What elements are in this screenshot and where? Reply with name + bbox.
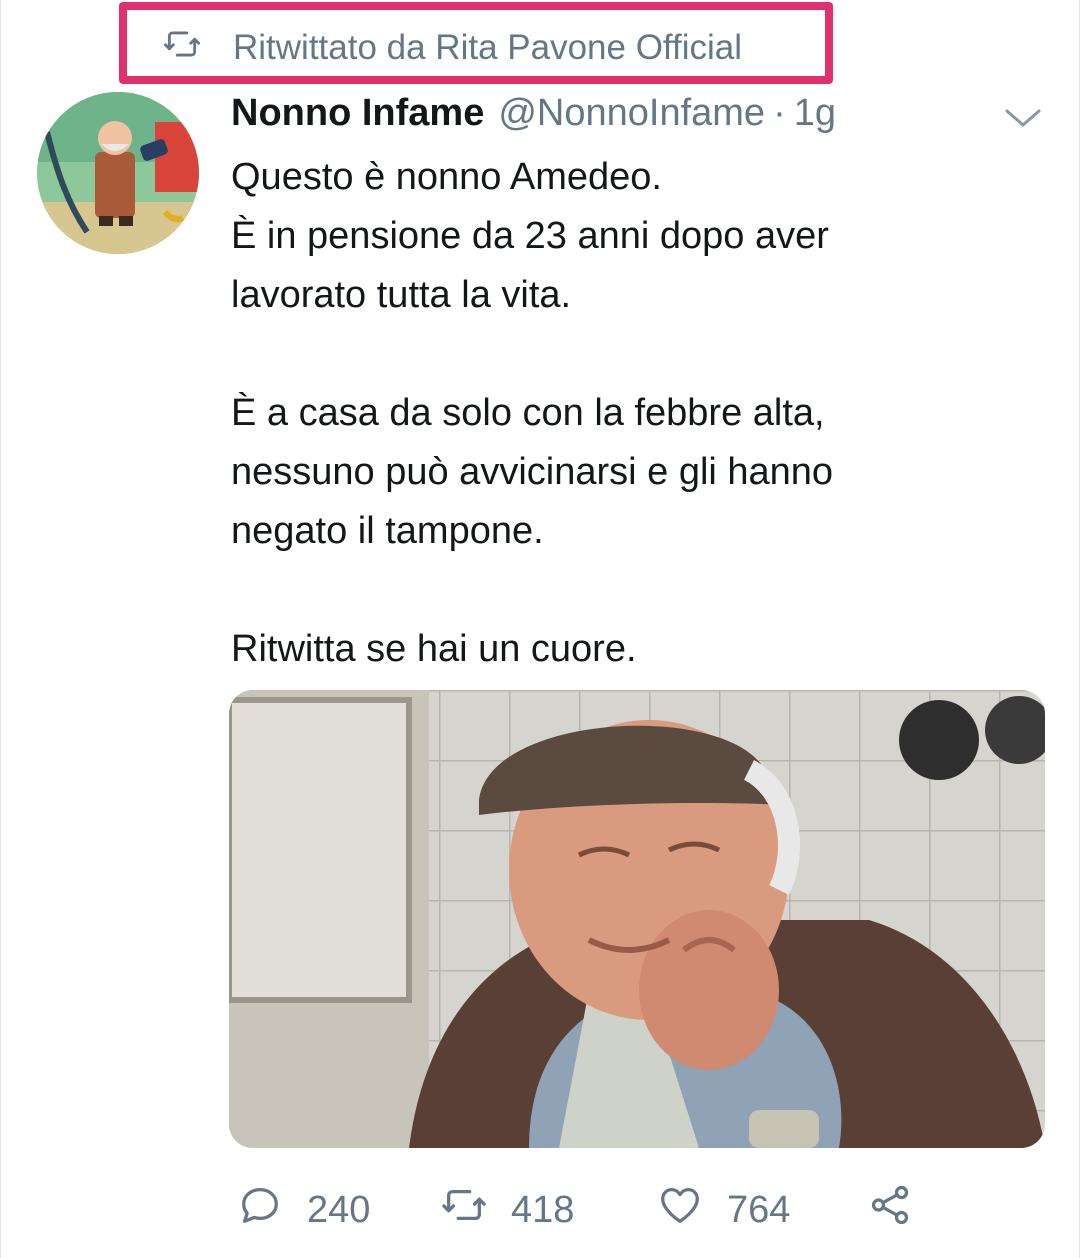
retweet-button[interactable]: 418 <box>441 1180 574 1240</box>
heart-icon <box>657 1182 703 1238</box>
share-icon <box>867 1182 913 1238</box>
avatar[interactable] <box>37 92 199 254</box>
chevron-down-icon[interactable] <box>1001 96 1045 140</box>
tweet-line: negato il tampone. <box>231 510 544 552</box>
tweet-line: È a casa da solo con la febbre alta, <box>231 392 825 434</box>
tweet-line: Ritwitta se hai un cuore. <box>231 628 637 670</box>
tweet-line: lavorato tutta la vita. <box>231 274 572 316</box>
retweet-banner[interactable]: Ritwittato da Rita Pavone Official <box>163 22 742 74</box>
tweet-header: Nonno Infame @NonnoInfame · 1g <box>231 88 836 138</box>
timestamp[interactable]: 1g <box>794 92 836 135</box>
reply-icon <box>237 1182 283 1238</box>
tweet-line: nessuno può avvicinarsi e gli hanno <box>231 451 834 493</box>
reply-count: 240 <box>307 1188 371 1231</box>
tweet-text: Questo è nonno Amedeo. È in pensione da … <box>231 148 1031 679</box>
reply-button[interactable]: 240 <box>237 1180 370 1240</box>
retweet-count: 418 <box>511 1188 575 1231</box>
tweet-photo[interactable] <box>229 690 1045 1148</box>
tweet-card: Ritwittato da Rita Pavone Official Nonno… <box>0 0 1080 1258</box>
retweet-icon <box>163 25 201 72</box>
retweet-banner-text: Ritwittato da Rita Pavone Official <box>233 28 743 67</box>
retweet-icon <box>441 1182 487 1238</box>
like-button[interactable]: 764 <box>657 1180 790 1240</box>
tweet-line: Questo è nonno Amedeo. <box>231 156 662 198</box>
separator-dot: · <box>773 91 786 134</box>
like-count: 764 <box>727 1188 791 1231</box>
tweet-line: È in pensione da 23 anni dopo aver <box>231 215 829 257</box>
tweet-actions: 240 418 764 <box>237 1180 927 1240</box>
share-button[interactable] <box>867 1180 913 1240</box>
user-handle[interactable]: @NonnoInfame <box>498 92 765 135</box>
display-name[interactable]: Nonno Infame <box>231 92 484 135</box>
